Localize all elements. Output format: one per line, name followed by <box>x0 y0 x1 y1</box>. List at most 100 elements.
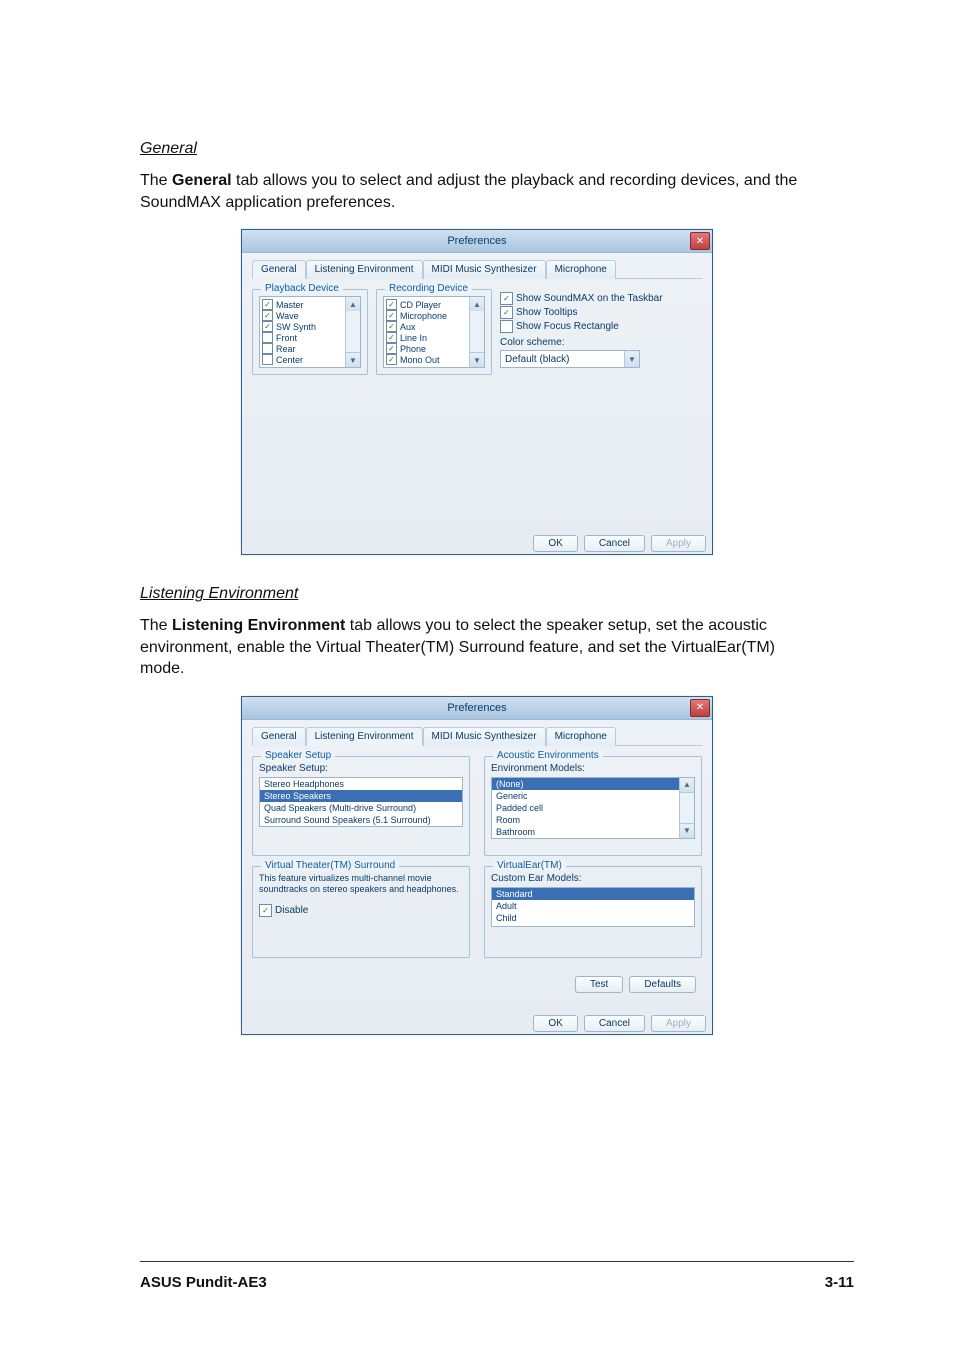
tab-listening-environment[interactable]: Listening Environment <box>306 727 423 746</box>
button-bar: OK Cancel Apply <box>242 1005 712 1034</box>
page-footer: ASUS Pundit-AE3 3-11 <box>140 1261 854 1291</box>
scroll-up-icon[interactable]: ▲ <box>345 297 360 312</box>
color-scheme-select[interactable]: Default (black) ▼ <box>500 350 640 368</box>
close-icon[interactable]: ✕ <box>690 699 710 717</box>
acoustic-legend: Acoustic Environments <box>493 750 603 761</box>
env-option[interactable]: (None) <box>492 778 694 790</box>
option-label: Show Tooltips <box>516 307 578 318</box>
env-option[interactable]: Room <box>492 814 694 826</box>
para2-pre: The <box>140 617 172 634</box>
tab-microphone[interactable]: Microphone <box>546 260 616 279</box>
virtualear-legend: VirtualEar(TM) <box>493 860 566 871</box>
playback-item-label: Front <box>276 333 297 343</box>
para1-pre: The <box>140 172 172 189</box>
footer-product: ASUS Pundit-AE3 <box>140 1274 267 1291</box>
playback-item-label: SW Synth <box>276 322 316 332</box>
playback-item-label: Center <box>276 355 303 365</box>
playback-item-label: Rear <box>276 344 296 354</box>
playback-item[interactable]: ✓Master <box>262 299 358 310</box>
env-option[interactable]: Generic <box>492 790 694 802</box>
playback-item[interactable]: ✓SW Synth <box>262 321 358 332</box>
scroll-up-icon[interactable]: ▲ <box>680 778 694 793</box>
ear-option[interactable]: Standard <box>492 888 694 900</box>
playback-item[interactable]: Center <box>262 354 358 365</box>
ear-option[interactable]: Adult <box>492 900 694 912</box>
speaker-setup-label: Speaker Setup: <box>259 763 463 774</box>
scroll-down-icon[interactable]: ▼ <box>469 352 484 367</box>
playback-item-label: Wave <box>276 311 299 321</box>
scroll-down-icon[interactable]: ▼ <box>680 823 694 838</box>
tab-general[interactable]: General <box>252 260 306 279</box>
ear-models-list[interactable]: Standard Adult Child <box>491 887 695 927</box>
para1-bold: General <box>172 172 232 189</box>
recording-item[interactable]: ✓Phone <box>386 343 482 354</box>
section-paragraph-listening: The Listening Environment tab allows you… <box>140 615 814 680</box>
ok-button[interactable]: OK <box>533 1015 577 1032</box>
show-tooltips-checkbox[interactable]: ✓Show Tooltips <box>500 305 702 319</box>
playback-item[interactable]: Rear <box>262 343 358 354</box>
scrollbar-track[interactable] <box>469 311 484 353</box>
recording-item-label: Phone <box>400 344 426 354</box>
environment-models-list[interactable]: ▲ ▼ (None) Generic Padded cell Room Bath… <box>491 777 695 839</box>
recording-item[interactable]: ✓Line In <box>386 332 482 343</box>
para1-post: tab allows you to select and adjust the … <box>140 172 797 211</box>
recording-item[interactable]: ✓Aux <box>386 321 482 332</box>
para2-bold: Listening Environment <box>172 617 345 634</box>
playback-item[interactable]: Front <box>262 332 358 343</box>
recording-item[interactable]: ✓Microphone <box>386 310 482 321</box>
ear-option[interactable]: Child <box>492 912 694 924</box>
tab-microphone[interactable]: Microphone <box>546 727 616 746</box>
section-heading-listening: Listening Environment <box>140 585 814 603</box>
preferences-window-general: Preferences ✕ General Listening Environm… <box>241 229 713 555</box>
tabs-row: General Listening Environment MIDI Music… <box>252 726 702 746</box>
virtual-theater-desc: This feature virtualizes multi-channel m… <box>259 873 463 896</box>
tab-listening-environment[interactable]: Listening Environment <box>306 260 423 279</box>
recording-device-list[interactable]: ▲ ▼ ✓CD Player ✓Microphone ✓Aux ✓Line In… <box>383 296 485 368</box>
cancel-button[interactable]: Cancel <box>584 1015 645 1032</box>
recording-item-label: CD Player <box>400 300 441 310</box>
titlebar: Preferences ✕ <box>242 697 712 720</box>
show-taskbar-checkbox[interactable]: ✓Show SoundMAX on the Taskbar <box>500 291 702 305</box>
tabs-row: General Listening Environment MIDI Music… <box>252 259 702 279</box>
tab-midi-synth[interactable]: MIDI Music Synthesizer <box>423 727 546 746</box>
tab-general[interactable]: General <box>252 727 306 746</box>
preferences-window-listening: Preferences ✕ General Listening Environm… <box>241 696 713 1035</box>
disable-checkbox[interactable]: ✓Disable <box>259 905 463 916</box>
color-scheme-label: Color scheme: <box>500 337 702 348</box>
preferences-options: ✓Show SoundMAX on the Taskbar ✓Show Tool… <box>500 289 702 375</box>
ok-button[interactable]: OK <box>533 535 577 552</box>
custom-ear-models-label: Custom Ear Models: <box>491 873 695 884</box>
recording-item[interactable]: ✓Mono Out <box>386 354 482 365</box>
speaker-option[interactable]: Surround Sound Speakers (5.1 Surround) <box>260 814 462 826</box>
speaker-option[interactable]: Quad Speakers (Multi-drive Surround) <box>260 802 462 814</box>
scroll-up-icon[interactable]: ▲ <box>469 297 484 312</box>
playback-item[interactable]: ✓Wave <box>262 310 358 321</box>
playback-item-label: Master <box>276 300 304 310</box>
speaker-setup-list[interactable]: Stereo Headphones Stereo Speakers Quad S… <box>259 777 463 827</box>
window-title: Preferences <box>447 235 506 247</box>
recording-item-label: Microphone <box>400 311 447 321</box>
tab-midi-synth[interactable]: MIDI Music Synthesizer <box>423 260 546 279</box>
recording-item[interactable]: ✓CD Player <box>386 299 482 310</box>
chevron-down-icon[interactable]: ▼ <box>624 351 639 367</box>
mid-button-bar: Test Defaults <box>252 958 702 995</box>
env-option[interactable]: Bathroom <box>492 826 694 838</box>
scroll-down-icon[interactable]: ▼ <box>345 352 360 367</box>
scrollbar[interactable]: ▲ ▼ <box>679 778 694 838</box>
playback-device-list[interactable]: ▲ ▼ ✓Master ✓Wave ✓SW Synth Front Rear C… <box>259 296 361 368</box>
env-option[interactable]: Padded cell <box>492 802 694 814</box>
recording-item-label: Mono Out <box>400 355 440 365</box>
defaults-button[interactable]: Defaults <box>629 976 696 993</box>
apply-button[interactable]: Apply <box>651 1015 706 1032</box>
footer-page-number: 3-11 <box>825 1274 854 1291</box>
speaker-option[interactable]: Stereo Headphones <box>260 778 462 790</box>
scrollbar-track[interactable] <box>345 311 360 353</box>
test-button[interactable]: Test <box>575 976 623 993</box>
show-focus-checkbox[interactable]: Show Focus Rectangle <box>500 319 702 333</box>
cancel-button[interactable]: Cancel <box>584 535 645 552</box>
window-title: Preferences <box>447 702 506 714</box>
apply-button[interactable]: Apply <box>651 535 706 552</box>
close-icon[interactable]: ✕ <box>690 232 710 250</box>
speaker-option[interactable]: Stereo Speakers <box>260 790 462 802</box>
option-label: Show SoundMAX on the Taskbar <box>516 293 663 304</box>
